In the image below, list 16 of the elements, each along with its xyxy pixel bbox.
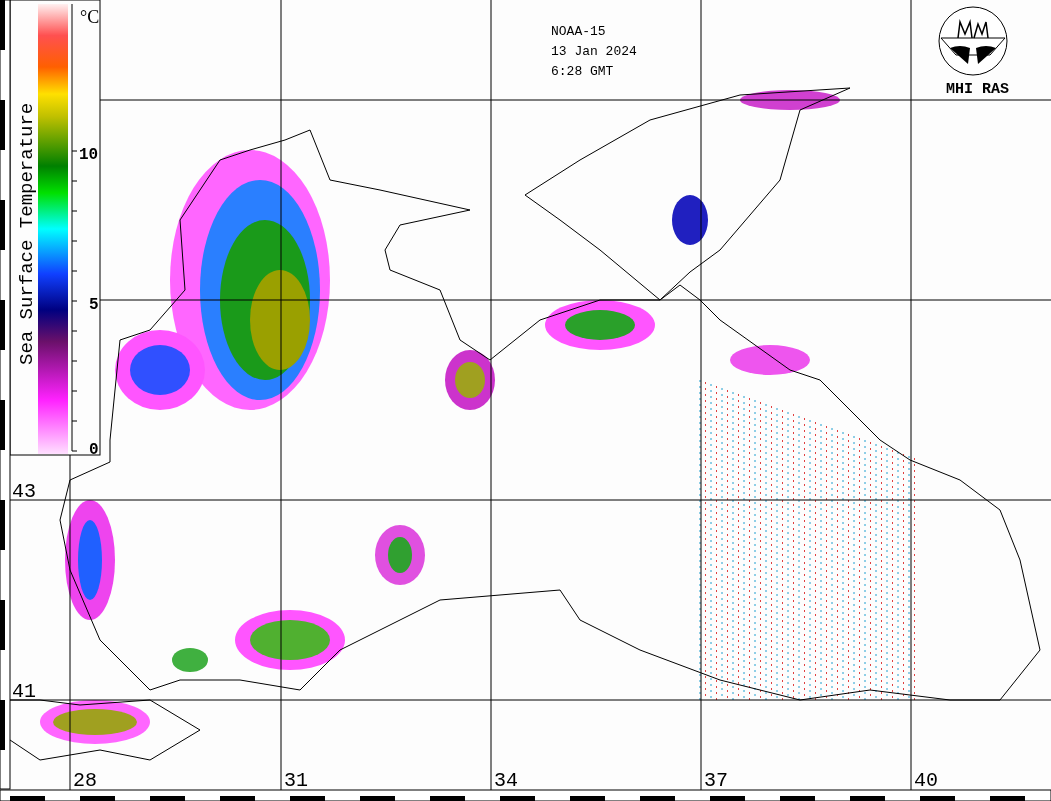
legend-title: Sea Surface Temperature bbox=[16, 102, 38, 365]
pass-date: 13 Jan 2024 bbox=[551, 44, 637, 59]
longitude-label: 40 bbox=[914, 769, 938, 792]
longitude-label: 34 bbox=[494, 769, 518, 792]
latitude-label: 41 bbox=[12, 680, 36, 703]
longitude-label: 28 bbox=[73, 769, 97, 792]
legend-tick-label: 0 bbox=[89, 441, 99, 459]
pass-time: 6:28 GMT bbox=[551, 64, 614, 79]
legend-unit: °C bbox=[80, 7, 100, 27]
logo-label: MHI RAS bbox=[946, 81, 1009, 98]
longitude-label: 31 bbox=[284, 769, 308, 792]
longitude-label: 37 bbox=[704, 769, 728, 792]
legend-tick-label: 5 bbox=[89, 296, 99, 314]
latitude-label: 43 bbox=[12, 480, 36, 503]
satellite-name: NOAA-15 bbox=[551, 24, 606, 39]
legend-tick-label: 10 bbox=[79, 146, 99, 164]
